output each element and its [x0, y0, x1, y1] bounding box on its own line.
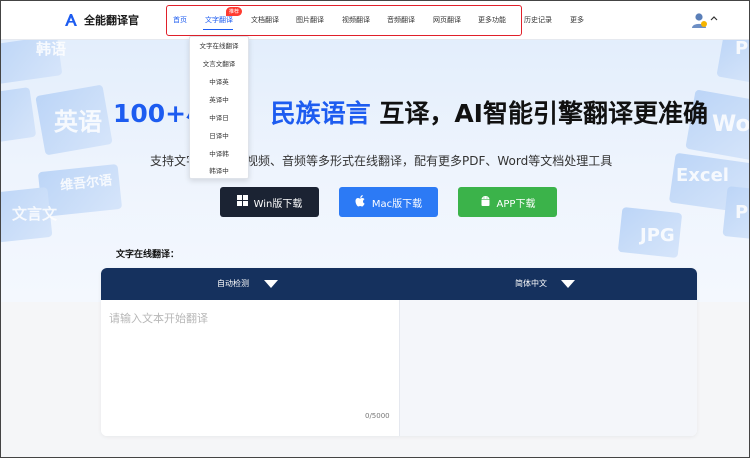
- win-download-button[interactable]: Win版下载: [220, 187, 319, 217]
- dropdown-item[interactable]: 韩译中: [190, 165, 248, 175]
- app-download-button[interactable]: APP下载: [458, 187, 557, 217]
- dropdown-item[interactable]: 中译韩: [190, 148, 248, 158]
- nav-text-translate[interactable]: 文字翻译: [205, 15, 233, 25]
- deco-word: 英语: [54, 108, 102, 136]
- language-bar: 自动检测 简体中文: [101, 268, 697, 300]
- top-header: 全能翻译官 首页 文字翻译 推荐 文档翻译 图片翻译 视频翻译 音频翻译 网页翻…: [0, 0, 750, 40]
- nav-doc-translate[interactable]: 文档翻译: [251, 15, 279, 25]
- source-text-input[interactable]: [109, 310, 389, 410]
- nav-video-translate[interactable]: 视频翻译: [342, 15, 370, 25]
- deco-word: Word: [712, 112, 750, 137]
- nav-active-underline: [203, 29, 233, 30]
- nav-more-features[interactable]: 更多功能: [478, 15, 506, 25]
- brand-name: 全能翻译官: [84, 14, 139, 27]
- headline-highlight: 民族语言: [270, 99, 371, 128]
- translator-panel: 自动检测 简体中文 0/5000: [101, 268, 697, 436]
- chevron-down-icon[interactable]: [561, 280, 575, 288]
- headline-number: 100+: [113, 99, 187, 128]
- mac-download-label: Mac版下载: [371, 198, 423, 210]
- apple-icon: [355, 194, 366, 210]
- dropdown-item[interactable]: 文言文翻译: [190, 58, 248, 68]
- dropdown-item[interactable]: 文字在线翻译: [190, 40, 248, 50]
- nav-home[interactable]: 首页: [173, 15, 187, 25]
- dropdown-item[interactable]: 中译英: [190, 76, 248, 86]
- headline-rest: 互译，AI智能引擎翻译更准确: [379, 99, 708, 128]
- dropdown-item[interactable]: 英译中: [190, 94, 248, 104]
- dropdown-item[interactable]: 中译日: [190, 112, 248, 122]
- app-download-label: APP下载: [496, 198, 536, 210]
- source-language-select[interactable]: 自动检测: [217, 278, 249, 289]
- recommend-badge: 推荐: [226, 7, 243, 16]
- nav-history[interactable]: 历史记录: [524, 15, 552, 25]
- deco-word: 韩语: [36, 40, 67, 58]
- target-language-select[interactable]: 简体中文: [515, 278, 547, 289]
- brand-logo[interactable]: 全能翻译官: [64, 12, 139, 28]
- deco-word: 文言文: [12, 205, 58, 223]
- nav-image-translate[interactable]: 图片翻译: [296, 15, 324, 25]
- nav-audio-translate[interactable]: 音频翻译: [387, 15, 415, 25]
- win-download-label: Win版下载: [253, 198, 303, 210]
- target-pane: [399, 300, 697, 436]
- translator-title: 文字在线翻译：: [116, 250, 180, 260]
- hero-banner: 韩语 英语 维吾尔语 文言文 Word Excel JPG P P 100+小 …: [0, 40, 750, 302]
- chevron-down-icon[interactable]: [264, 280, 278, 288]
- android-icon: [480, 195, 491, 210]
- brand-a-icon: [64, 13, 78, 27]
- text-translate-dropdown: 文字在线翻译 文言文翻译 中译英 英译中 中译日 日译中 中译韩 韩译中: [189, 36, 249, 179]
- user-avatar-icon[interactable]: [690, 11, 708, 29]
- deco-word: P: [735, 202, 749, 223]
- mac-download-button[interactable]: Mac版下载: [339, 187, 438, 217]
- nav-web-translate[interactable]: 网页翻译: [433, 15, 461, 25]
- dropdown-item[interactable]: 日译中: [190, 130, 248, 140]
- nav-more[interactable]: 更多: [570, 15, 584, 25]
- char-count: 0/5000: [365, 412, 390, 420]
- deco-word: P: [735, 40, 749, 59]
- deco-tile: [0, 87, 37, 143]
- deco-word: JPG: [640, 225, 675, 246]
- windows-icon: [236, 195, 248, 209]
- chevron-up-icon[interactable]: [710, 14, 718, 23]
- source-pane: 0/5000: [101, 300, 399, 436]
- deco-word: Excel: [676, 165, 729, 186]
